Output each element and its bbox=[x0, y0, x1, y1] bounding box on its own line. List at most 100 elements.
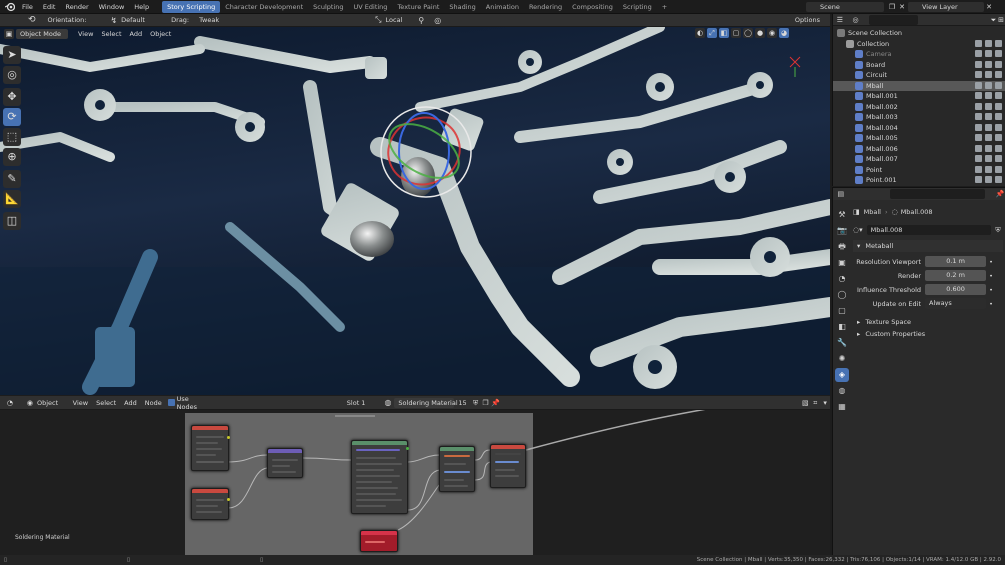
outliner-search-input[interactable] bbox=[869, 14, 918, 25]
add-cube-tool-icon[interactable]: ◫ bbox=[3, 212, 21, 230]
shader-type-dropdown[interactable]: Object bbox=[33, 398, 69, 408]
menu-edit[interactable]: Edit bbox=[38, 0, 61, 14]
outliner-item[interactable]: Mball.005 bbox=[833, 133, 1005, 144]
render-resolution-field[interactable]: 0.2 m bbox=[925, 270, 987, 281]
wireframe-shading-icon[interactable]: ◯ bbox=[743, 28, 753, 38]
menu-select[interactable]: Select bbox=[97, 29, 125, 39]
tab-character-development[interactable]: Character Development bbox=[220, 1, 308, 13]
exclude-checkbox-icon[interactable] bbox=[975, 71, 982, 78]
node-menu-add[interactable]: Add bbox=[120, 398, 141, 408]
view-layer-tab-icon[interactable]: ▣ bbox=[835, 256, 849, 270]
camera-icon[interactable] bbox=[995, 144, 1002, 152]
camera-icon[interactable] bbox=[995, 60, 1002, 68]
outliner-item[interactable]: Mball.002 bbox=[833, 102, 1005, 113]
overlay-icon[interactable]: ◧ bbox=[719, 28, 729, 38]
pin-icon[interactable]: 📌 bbox=[490, 398, 500, 408]
eye-icon[interactable] bbox=[985, 144, 992, 152]
menu-file[interactable]: File bbox=[17, 0, 38, 14]
exclude-checkbox-icon[interactable] bbox=[975, 123, 982, 131]
eye-icon[interactable] bbox=[985, 71, 992, 78]
transform-orientation-icon[interactable]: ⤡ bbox=[375, 15, 381, 25]
eye-icon[interactable] bbox=[985, 60, 992, 68]
exclude-checkbox-icon[interactable] bbox=[975, 92, 982, 99]
reroute-node[interactable] bbox=[360, 530, 398, 552]
outliner-item[interactable]: Collection bbox=[833, 39, 1005, 50]
exclude-checkbox-icon[interactable] bbox=[975, 134, 982, 141]
material-shading-icon[interactable]: ◉ bbox=[767, 28, 777, 38]
filter-icon[interactable]: ⏷ bbox=[990, 15, 998, 25]
exclude-checkbox-icon[interactable] bbox=[975, 102, 982, 110]
material-output-node[interactable] bbox=[490, 444, 526, 488]
output-tab-icon[interactable]: 🖶 bbox=[835, 240, 849, 254]
proportional-edit-icon[interactable]: ◎ bbox=[434, 16, 441, 25]
outliner-item[interactable]: Camera bbox=[833, 49, 1005, 60]
select-tool-icon[interactable]: ➤ bbox=[3, 46, 21, 64]
measure-tool-icon[interactable]: 📐 bbox=[3, 190, 21, 208]
snap-icon[interactable]: ⚲ bbox=[418, 16, 424, 25]
camera-icon[interactable] bbox=[995, 113, 1002, 120]
eye-icon[interactable] bbox=[985, 39, 992, 47]
image-texture-node[interactable] bbox=[191, 425, 230, 471]
node-editor-type-icon[interactable]: ◔ bbox=[5, 398, 15, 408]
noise-texture-node[interactable] bbox=[191, 488, 230, 520]
texture-tab-icon[interactable]: ▦ bbox=[835, 400, 849, 414]
node-menu-view[interactable]: View bbox=[69, 398, 92, 408]
properties-pin-icon[interactable]: 📌 bbox=[995, 189, 1005, 199]
exclude-checkbox-icon[interactable] bbox=[975, 165, 982, 173]
influence-threshold-field[interactable]: 0.600 bbox=[925, 284, 987, 295]
material-field[interactable]: Soldering Material bbox=[394, 397, 458, 408]
outliner-item[interactable]: Board bbox=[833, 60, 1005, 71]
camera-icon[interactable] bbox=[995, 123, 1002, 131]
eye-icon[interactable] bbox=[985, 113, 992, 120]
outliner-item[interactable]: Mball bbox=[833, 80, 1005, 91]
eye-icon[interactable] bbox=[985, 134, 992, 141]
outliner-item[interactable]: Scene Collection bbox=[833, 28, 1005, 39]
exclude-checkbox-icon[interactable] bbox=[975, 144, 982, 152]
node-menu-select[interactable]: Select bbox=[92, 398, 120, 408]
outliner-item[interactable]: Mball.001 bbox=[833, 91, 1005, 102]
update-on-edit-dropdown[interactable]: Always bbox=[925, 298, 987, 309]
eye-icon[interactable] bbox=[985, 176, 992, 183]
eye-icon[interactable] bbox=[985, 50, 992, 57]
drag-dropdown[interactable]: Tweak bbox=[195, 15, 235, 25]
node-canvas[interactable]: Soldering Material bbox=[0, 410, 830, 555]
new-scene-icon[interactable]: ❐ bbox=[887, 2, 897, 12]
camera-icon[interactable] bbox=[995, 155, 1002, 162]
keyframe-dot-icon[interactable]: • bbox=[989, 286, 993, 294]
exclude-checkbox-icon[interactable] bbox=[975, 81, 982, 89]
camera-icon[interactable] bbox=[995, 176, 1002, 183]
material-users-count[interactable]: 15 bbox=[454, 398, 470, 408]
tab-rendering[interactable]: Rendering bbox=[524, 1, 567, 13]
backdrop-icon[interactable]: ▧ bbox=[800, 398, 810, 408]
metaball-panel-header[interactable]: ▾ Metaball bbox=[853, 240, 1003, 252]
close-view-layer-icon[interactable]: ✕ bbox=[984, 2, 994, 12]
transform-tool-icon[interactable]: ⊕ bbox=[3, 148, 21, 166]
node-menu-node[interactable]: Node bbox=[141, 398, 166, 408]
tab-uv-editing[interactable]: UV Editing bbox=[349, 1, 393, 13]
move-tool-icon[interactable]: ✥ bbox=[3, 88, 21, 106]
menu-view[interactable]: View bbox=[74, 29, 97, 39]
tab-texture-paint[interactable]: Texture Paint bbox=[392, 1, 444, 13]
outliner-item[interactable]: Point.001 bbox=[833, 175, 1005, 186]
rotate-tool-icon[interactable]: ⟳ bbox=[3, 108, 21, 126]
visibility-icon[interactable]: ◐ bbox=[695, 28, 705, 38]
resolution-viewport-field[interactable]: 0.1 m bbox=[925, 256, 987, 267]
eye-icon[interactable] bbox=[985, 81, 992, 89]
active-tool-icon[interactable]: ⟲ bbox=[28, 15, 36, 25]
exclude-checkbox-icon[interactable] bbox=[975, 176, 982, 183]
exclude-checkbox-icon[interactable] bbox=[975, 39, 982, 47]
exclude-checkbox-icon[interactable] bbox=[975, 113, 982, 120]
view-layer-field[interactable]: View Layer bbox=[908, 2, 984, 12]
camera-icon[interactable] bbox=[995, 81, 1002, 89]
outliner-item[interactable]: Circuit bbox=[833, 70, 1005, 81]
slot-dropdown[interactable]: Slot 1 bbox=[343, 398, 381, 408]
keyframe-dot-icon[interactable]: • bbox=[989, 300, 993, 308]
cursor-tool-icon[interactable]: ◎ bbox=[3, 66, 21, 84]
solid-shading-icon[interactable]: ● bbox=[755, 28, 765, 38]
display-mode-icon[interactable]: ◎ bbox=[852, 15, 860, 25]
checkbox-icon[interactable] bbox=[167, 399, 175, 406]
mix-shader-node[interactable] bbox=[439, 446, 475, 492]
3d-viewport[interactable]: ▣ Object Mode View Select Add Object ◐ ⤢… bbox=[0, 27, 830, 395]
exclude-checkbox-icon[interactable] bbox=[975, 155, 982, 162]
custom-properties-panel-header[interactable]: ▸ Custom Properties bbox=[853, 328, 1003, 340]
